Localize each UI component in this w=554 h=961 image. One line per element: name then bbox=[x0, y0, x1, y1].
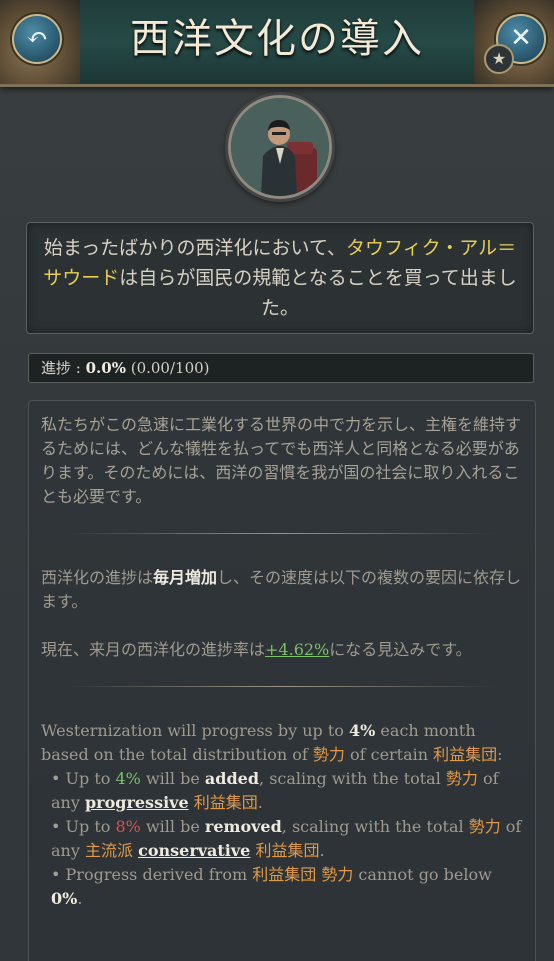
close-icon: ✕ bbox=[510, 23, 532, 53]
text-fragment: Progress derived from bbox=[65, 865, 253, 884]
back-arrow-icon: ↶ bbox=[26, 23, 48, 53]
text-fragment: 現在、来月の西洋化の進捗率は bbox=[41, 640, 266, 659]
description-text: 始まったばかりの西洋化において、 bbox=[43, 237, 347, 259]
conservative-link[interactable]: conservative bbox=[138, 841, 250, 860]
title-bar: 西洋文化の導入 ↶ ✕ ★ bbox=[0, 0, 554, 87]
star-icon: ★ bbox=[491, 49, 507, 68]
mainstream-link[interactable]: 主流派 bbox=[85, 841, 133, 860]
event-description: 始まったばかりの西洋化において、タウフィク・アル＝サウードは自らが国民の規範とな… bbox=[26, 222, 534, 334]
text-fragment: . bbox=[77, 889, 83, 908]
removed-keyword: removed bbox=[204, 817, 282, 836]
text-fragment: になる見込みです。 bbox=[329, 640, 472, 659]
text-fragment: of certain bbox=[344, 745, 434, 764]
text-fragment: , scaling with the total bbox=[259, 769, 446, 788]
interest-groups-link[interactable]: 利益集団 bbox=[194, 793, 258, 812]
text-fragment: cannot go below bbox=[353, 865, 492, 884]
page-title: 西洋文化の導入 bbox=[130, 16, 424, 62]
intro-text: 私たちがこの急速に工業化する世界の中で力を示し、主権を維持するためには、どんな犠… bbox=[41, 415, 522, 506]
text-fragment: Up to bbox=[65, 769, 116, 788]
text-fragment: : bbox=[497, 745, 503, 764]
added-keyword: added bbox=[204, 769, 260, 788]
text-fragment: 西洋化の進捗は bbox=[41, 568, 154, 587]
text-fragment: , scaling with the total bbox=[281, 817, 469, 836]
interest-groups-link[interactable]: 利益集団 bbox=[252, 865, 316, 884]
clout-link[interactable]: 勢力 bbox=[321, 865, 353, 884]
max-rate-value: 4% bbox=[349, 721, 376, 740]
event-window: 西洋文化の導入 ↶ ✕ ★ 始まったばかりの西洋化において、タウフィク・アル＝サ… bbox=[0, 0, 554, 961]
text-fragment: . bbox=[319, 841, 325, 860]
progress-label: 進捗 : bbox=[41, 359, 86, 377]
english-summary: Westernization will progress by up to 4%… bbox=[41, 719, 523, 767]
character-portrait[interactable] bbox=[228, 95, 332, 199]
text-fragment: will be bbox=[140, 817, 205, 836]
rate-description: 現在、来月の西洋化の進捗率は+4.62%になる見込みです。 bbox=[41, 638, 523, 662]
clout-link[interactable]: 勢力 bbox=[469, 817, 501, 836]
back-button[interactable]: ↶ bbox=[12, 14, 62, 64]
floor-value: 0% bbox=[51, 889, 78, 908]
added-rate: 4% bbox=[115, 769, 141, 788]
bullet-added: • Up to 4% will be added, scaling with t… bbox=[41, 767, 523, 815]
monthly-increase-keyword: 毎月増加 bbox=[153, 568, 218, 587]
rate-value-link[interactable]: +4.62% bbox=[265, 640, 329, 659]
divider bbox=[67, 686, 497, 687]
divider bbox=[67, 533, 497, 534]
portrait-figure-icon bbox=[231, 98, 329, 196]
bullet-removed: • Up to 8% will be removed, scaling with… bbox=[41, 815, 523, 863]
clout-link[interactable]: 勢力 bbox=[446, 769, 478, 788]
progress-ratio: (0.00/100) bbox=[125, 359, 210, 377]
progress-text: 進捗 : 0.0% (0.00/100) bbox=[41, 359, 210, 377]
text-fragment: . bbox=[257, 793, 263, 812]
removed-rate: 8% bbox=[115, 817, 141, 836]
text-fragment: Westernization will progress by up to bbox=[41, 721, 349, 740]
details-panel: 私たちがこの急速に工業化する世界の中で力を示し、主権を維持するためには、どんな犠… bbox=[28, 400, 536, 961]
bullet-floor: • Progress derived from 利益集団 勢力 cannot g… bbox=[41, 863, 523, 911]
progress-description: 西洋化の進捗は毎月増加し、その速度は以下の複数の要因に依存します。 bbox=[41, 566, 523, 614]
description-text: は自らが国民の規範となることを買って出ました。 bbox=[119, 267, 517, 319]
progress-bar: 進捗 : 0.0% (0.00/100) bbox=[28, 353, 534, 383]
clout-link[interactable]: 勢力 bbox=[313, 745, 345, 764]
star-button[interactable]: ★ bbox=[484, 44, 514, 74]
interest-groups-link[interactable]: 利益集団 bbox=[255, 841, 319, 860]
text-fragment: Up to bbox=[65, 817, 116, 836]
progressive-link[interactable]: progressive bbox=[85, 793, 189, 812]
interest-groups-link[interactable]: 利益集団 bbox=[433, 745, 497, 764]
text-fragment: will be bbox=[140, 769, 205, 788]
progress-percent: 0.0% bbox=[85, 359, 126, 377]
